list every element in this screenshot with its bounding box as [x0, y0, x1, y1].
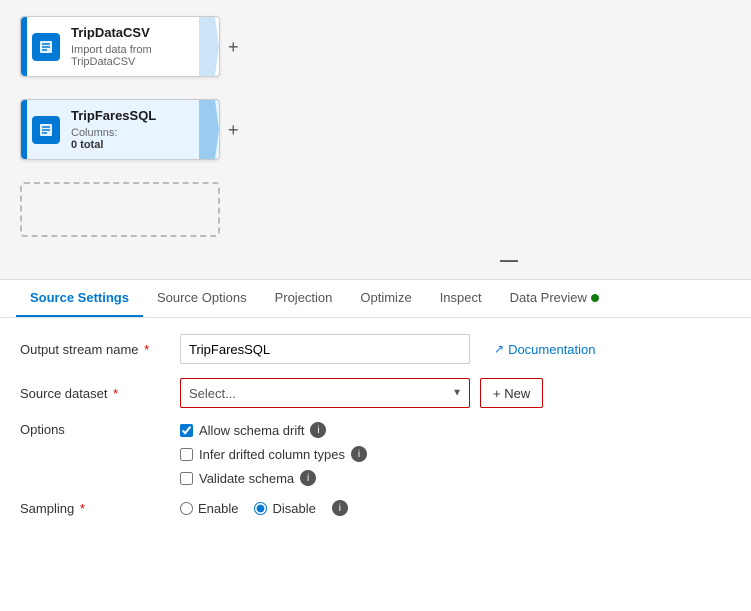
- canvas-area: TripDataCSV Import data from TripDataCSV…: [0, 0, 751, 280]
- tab-inspect[interactable]: Inspect: [426, 280, 496, 317]
- infer-drifted-info-icon[interactable]: i: [351, 446, 367, 462]
- tab-source-settings[interactable]: Source Settings: [16, 280, 143, 317]
- node-tripfaressql[interactable]: TripFaresSQL Columns: 0 total: [20, 99, 220, 160]
- sql-source-icon: [38, 122, 54, 138]
- node-tripdatacsv[interactable]: TripDataCSV Import data from TripDataCSV: [20, 16, 220, 77]
- options-row: Options Allow schema drift i Infer drift…: [20, 422, 731, 486]
- doc-link-label: Documentation: [508, 342, 595, 357]
- source-dataset-row: Source dataset * Select... ▼ + New: [20, 378, 731, 408]
- external-link-icon: ↗: [494, 342, 504, 356]
- node-row-tripfaressql: TripFaresSQL Columns: 0 total +: [20, 99, 731, 172]
- infer-drifted-checkbox[interactable]: [180, 448, 193, 461]
- options-column: Allow schema drift i Infer drifted colum…: [180, 422, 367, 486]
- new-dataset-button[interactable]: + New: [480, 378, 543, 408]
- node-title-tripdatacsv: TripDataCSV: [71, 25, 193, 40]
- validate-schema-info-icon[interactable]: i: [300, 470, 316, 486]
- empty-node-placeholder: [20, 182, 220, 237]
- infer-drifted-row: Infer drifted column types i: [180, 446, 367, 462]
- allow-schema-drift-label: Allow schema drift: [199, 423, 304, 438]
- collapse-btn[interactable]: —: [500, 250, 518, 271]
- tab-data-preview-label: Data Preview: [510, 290, 587, 305]
- validate-schema-label: Validate schema: [199, 471, 294, 486]
- output-stream-row: Output stream name * ↗ Documentation: [20, 334, 731, 364]
- sampling-options: Enable Disable i: [180, 500, 348, 516]
- required-star-2: *: [109, 386, 118, 401]
- columns-value: 0 total: [71, 139, 103, 151]
- validate-schema-checkbox[interactable]: [180, 472, 193, 485]
- columns-label: Columns:: [71, 127, 117, 139]
- tab-data-preview[interactable]: Data Preview: [496, 280, 613, 317]
- node-content-2: TripFaresSQL Columns: 0 total: [65, 100, 199, 159]
- tab-source-options[interactable]: Source Options: [143, 280, 261, 317]
- node-icon-box-2: [32, 116, 60, 144]
- tab-projection[interactable]: Projection: [261, 280, 347, 317]
- node-row-tripdatacsv: TripDataCSV Import data from TripDataCSV…: [20, 16, 731, 89]
- node-subtitle-tripfaressql: Columns: 0 total: [71, 127, 193, 151]
- sampling-disable-radio[interactable]: [254, 502, 267, 515]
- documentation-link[interactable]: ↗ Documentation: [494, 342, 596, 357]
- add-node-btn-1[interactable]: +: [228, 37, 239, 58]
- sampling-enable-label[interactable]: Enable: [180, 501, 238, 516]
- source-icon: [38, 39, 54, 55]
- sampling-info-icon[interactable]: i: [332, 500, 348, 516]
- node-icon-box: [32, 33, 60, 61]
- output-stream-label: Output stream name *: [20, 342, 180, 357]
- node-subtitle-tripdatacsv: Import data from TripDataCSV: [71, 44, 193, 68]
- options-label: Options: [20, 422, 180, 437]
- sampling-label: Sampling *: [20, 501, 180, 516]
- source-dataset-select-wrapper: Select... ▼: [180, 378, 470, 408]
- node-content: TripDataCSV Import data from TripDataCSV: [65, 17, 199, 76]
- validate-schema-row: Validate schema i: [180, 470, 367, 486]
- source-dataset-select[interactable]: Select...: [180, 378, 470, 408]
- tabs-bar: Source Settings Source Options Projectio…: [0, 280, 751, 318]
- sampling-enable-text: Enable: [198, 501, 238, 516]
- source-dataset-label: Source dataset *: [20, 386, 180, 401]
- node-title-tripfaressql: TripFaresSQL: [71, 108, 193, 123]
- allow-schema-drift-info-icon[interactable]: i: [310, 422, 326, 438]
- tab-optimize[interactable]: Optimize: [346, 280, 425, 317]
- node-arrow: [199, 17, 219, 76]
- settings-panel: Output stream name * ↗ Documentation Sou…: [0, 318, 751, 546]
- node-icon-area-2: [27, 100, 65, 159]
- output-stream-name-input[interactable]: [180, 334, 470, 364]
- node-icon-area: [27, 17, 65, 76]
- infer-drifted-label: Infer drifted column types: [199, 447, 345, 462]
- sampling-row: Sampling * Enable Disable i: [20, 500, 731, 516]
- node-arrow-2: [199, 100, 219, 159]
- required-star-3: *: [76, 501, 85, 516]
- allow-schema-drift-checkbox[interactable]: [180, 424, 193, 437]
- allow-schema-drift-row: Allow schema drift i: [180, 422, 367, 438]
- sampling-disable-label[interactable]: Disable: [254, 501, 315, 516]
- sampling-disable-text: Disable: [272, 501, 315, 516]
- add-node-btn-2[interactable]: +: [228, 120, 239, 141]
- data-preview-status-dot: [591, 294, 599, 302]
- required-star-1: *: [141, 342, 150, 357]
- sampling-enable-radio[interactable]: [180, 502, 193, 515]
